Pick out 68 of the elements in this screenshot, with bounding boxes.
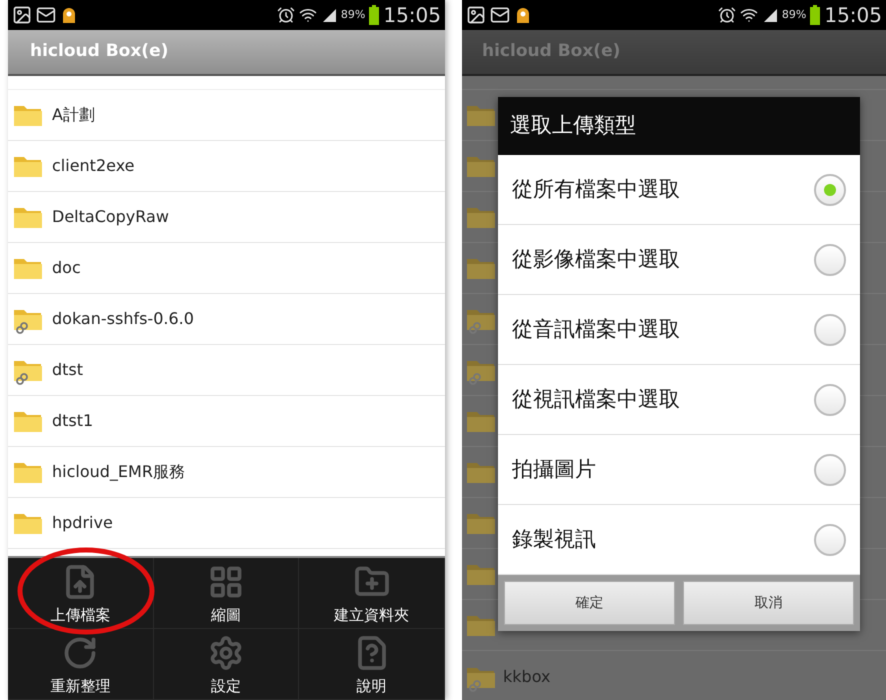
mascot-icon [60,6,78,24]
alarm-icon [276,6,295,24]
folder-name: dokan-sshfs-0.6.0 [52,308,194,330]
folder-name: DeltaCopyRaw [52,206,169,228]
radio-button[interactable] [814,384,846,416]
folder-row[interactable]: client2exe [8,141,445,192]
app-title: hicloud Box(e) [30,40,168,64]
signal-icon [762,7,778,23]
option-label: 從音訊檔案中選取 [512,316,680,343]
folder-name: hpdrive [52,512,113,534]
folder-name: doc [52,257,81,279]
dialog-button[interactable]: 確定 [504,581,675,625]
radio-button[interactable] [814,454,846,486]
image-icon [466,5,486,25]
option-row[interactable]: 從視訊檔案中選取 [498,365,860,435]
folder-row[interactable]: A計劃 [8,90,445,141]
clock-time: 15:05 [383,2,441,29]
option-label: 錄製視訊 [512,526,596,553]
battery-percent: 89% [782,6,806,23]
clock-time: 15:05 [824,2,882,29]
battery-percent: 89% [340,6,366,23]
folder-name: hicloud_EMR服務 [52,461,185,483]
radio-button[interactable] [814,314,846,346]
settings-icon [208,634,244,670]
option-row[interactable]: 從所有檔案中選取 [498,155,860,225]
mascot-icon [514,6,532,24]
wifi-icon [740,6,758,24]
menu-item[interactable]: 重新整理 [8,629,154,700]
option-label: 拍攝圖片 [512,456,596,483]
folder-row[interactable]: dtst1 [8,396,445,447]
option-row[interactable]: 從影像檔案中選取 [498,225,860,295]
folder-name: kkbox [503,666,550,688]
battery-icon [810,5,820,25]
menu-item[interactable]: 說明 [299,629,445,700]
battery-icon [369,5,380,25]
alarm-icon [718,6,736,24]
radio-button[interactable] [814,524,846,556]
folder-name: client2exe [52,155,135,177]
radio-button[interactable] [814,244,846,276]
folder-name: dtst [52,359,84,381]
folder-row[interactable]: doc [8,243,445,294]
signal-icon [320,7,337,23]
folder-row[interactable]: DeltaCopyRaw [8,192,445,243]
radio-button[interactable] [814,174,846,206]
menu-item[interactable]: 上傳檔案 [8,558,154,629]
option-label: 從影像檔案中選取 [512,246,680,273]
dialog-title: 選取上傳類型 [510,112,636,140]
wifi-icon [298,6,317,24]
folder-row[interactable]: dokan-sshfs-0.6.0 [8,294,445,345]
mail-icon [490,5,510,25]
grid-icon [208,564,244,600]
mail-icon [36,5,56,25]
app-title: hicloud Box(e) [482,40,620,64]
folder-row[interactable]: dtst [8,345,445,396]
menu-item[interactable]: 縮圖 [154,558,300,629]
dialog-button[interactable]: 取消 [683,581,854,625]
folder-row[interactable]: hicloud_EMR服務 [8,447,445,498]
refresh-icon [62,634,98,670]
folder-name: dtst1 [52,410,94,432]
folder-name: A計劃 [52,104,95,126]
folder-row[interactable]: hpdrive [8,498,445,549]
image-icon [12,5,32,25]
option-label: 從視訊檔案中選取 [512,386,680,413]
menu-item[interactable]: 建立資料夾 [299,558,445,629]
option-row[interactable]: 拍攝圖片 [498,435,860,505]
option-row[interactable]: 從音訊檔案中選取 [498,295,860,365]
option-label: 從所有檔案中選取 [512,176,680,203]
menu-item[interactable]: 設定 [154,629,300,700]
